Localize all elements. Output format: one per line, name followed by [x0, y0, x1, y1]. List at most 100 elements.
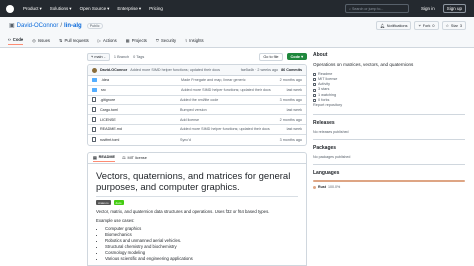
file-commit-message[interactable]: Bumped version — [180, 108, 274, 112]
table-row[interactable]: README.md Added more SIMD helper functio… — [88, 125, 306, 135]
branches-link[interactable]: 1 Branch — [114, 55, 129, 59]
tab-readme[interactable]: ▤ README — [93, 155, 116, 162]
language-item[interactable]: Rust 100.0% — [313, 185, 465, 189]
tab-projects[interactable]: ▦ Projects — [126, 37, 147, 45]
nav-item-open-source[interactable]: Open Source ▾ — [80, 6, 110, 12]
file-icon — [92, 97, 96, 103]
file-commit-message[interactable]: Sync'd — [180, 138, 274, 142]
go-to-file-input[interactable]: Go to file — [259, 52, 283, 61]
nav-item-label: Solutions — [49, 6, 69, 11]
file-name[interactable]: LICENSE — [100, 118, 180, 122]
file-name[interactable]: README.md — [100, 127, 180, 131]
table-row[interactable]: LICENSE Add license 2 months ago — [88, 115, 306, 125]
tab-label: Pull requests — [64, 37, 89, 43]
file-icon — [92, 137, 96, 143]
book-icon — [313, 72, 316, 76]
search-input[interactable]: ⌕ Search or jump to... — [345, 4, 409, 13]
table-row[interactable]: .gitignore Added the xml/lite code 3 mon… — [88, 96, 306, 106]
repo-title: ▣ David-OConnor / lin-alg Public — [9, 22, 103, 29]
nav-item-label: Pricing — [149, 6, 163, 11]
notifications-label: Notifications — [386, 23, 408, 28]
book-icon: ▤ — [93, 155, 97, 160]
commit-sha[interactable]: fae5a4b · 2 weeks ago — [241, 68, 278, 72]
sidebar-item-report[interactable]: Report repository — [313, 103, 465, 108]
sign-in-link[interactable]: Sign in — [421, 6, 435, 11]
tab-security[interactable]: ⛉ Security — [156, 37, 176, 45]
code-button[interactable]: Code ▾ — [286, 53, 307, 60]
commits-link[interactable]: 86 Commits — [281, 68, 302, 72]
file-commit-message[interactable]: Added more SIMD helper functions; update… — [180, 127, 274, 131]
repo-owner-link[interactable]: David-OConnor — [17, 23, 59, 29]
nav-item-pricing[interactable]: Pricing — [149, 6, 163, 12]
sign-up-button[interactable]: Sign up — [442, 4, 466, 13]
fork-button[interactable]: ⑂ Fork 0 — [414, 21, 439, 30]
scale-icon: ⚖ — [122, 156, 126, 160]
file-commit-message[interactable]: Added more SIMD helper functions; update… — [181, 88, 274, 92]
fork-icon — [313, 99, 316, 103]
pull-request-icon: ⇅ — [59, 37, 63, 43]
file-commit-message[interactable]: Added the xml/lite code — [180, 98, 274, 102]
file-name[interactable]: Cargo.toml — [100, 108, 180, 112]
divider — [313, 113, 465, 115]
star-button[interactable]: ☆ Star 3 — [441, 21, 466, 30]
tab-code[interactable]: ‹› Code — [8, 37, 24, 45]
docs-badge[interactable]: docs — [113, 200, 124, 205]
code-icon: ‹› — [8, 37, 11, 42]
readme-description: Vector, matrix, and quaternion data stru… — [96, 209, 270, 214]
file-date: last week — [286, 88, 302, 93]
file-name[interactable]: .gitignore — [100, 98, 180, 102]
nav-item-label: Open Source — [79, 6, 107, 11]
star-count: 3 — [459, 23, 462, 28]
language-name: Rust — [318, 185, 326, 190]
table-icon: ▦ — [125, 37, 130, 43]
commit-author[interactable]: David-OConnor — [100, 68, 127, 72]
file-commit-message[interactable]: Add license — [180, 118, 274, 122]
fork-icon: ⑂ — [418, 23, 421, 28]
tab-label: MIT license — [127, 155, 147, 160]
file-date: 2 months ago — [279, 117, 302, 122]
repo-sidebar: About Operations on matrices, vectors, a… — [313, 52, 465, 189]
nav-item-label: Product — [23, 6, 39, 11]
file-name[interactable]: .idea — [101, 78, 181, 82]
packages-heading[interactable]: Packages — [313, 145, 465, 151]
tags-link[interactable]: 0 Tags — [133, 55, 144, 59]
language-bar — [313, 179, 465, 183]
table-row[interactable]: src Added more SIMD helper functions; up… — [88, 86, 306, 96]
about-description: Operations on matrices, vectors, and qua… — [313, 62, 414, 67]
table-row[interactable]: .idea Made Frnegate and map, linear gene… — [88, 76, 306, 86]
file-name[interactable]: src — [101, 88, 181, 92]
table-row[interactable]: Cargo.toml Bumped version last week — [88, 105, 306, 116]
issue-icon: ◎ — [32, 37, 36, 43]
repo-name-link[interactable]: lin-alg — [64, 23, 82, 29]
tab-insights[interactable]: ⌇ Insights — [185, 37, 203, 45]
file-commit-message[interactable]: Made Frnegate and map, linear generic — [181, 78, 274, 82]
file-name[interactable]: rustfmt.toml — [100, 138, 180, 142]
tab-issues[interactable]: ◎ Issues — [32, 37, 50, 45]
eye-icon — [313, 93, 316, 97]
nav-item-solutions[interactable]: Solutions ▾ — [50, 6, 72, 12]
star-icon — [313, 88, 316, 92]
releases-heading[interactable]: Releases — [313, 120, 465, 126]
github-logo-icon[interactable] — [6, 4, 14, 13]
tab-pull-requests[interactable]: ⇅ Pull requests — [59, 37, 89, 45]
nav-item-product[interactable]: Product ▾ — [23, 6, 42, 12]
branch-bar: ⑂ main ▾ 1 Branch 0 Tags Go to file Code… — [87, 52, 307, 61]
branch-selector[interactable]: ⑂ main ▾ — [87, 52, 110, 61]
readme-tabs: ▤ README ⚖ MIT license — [88, 153, 306, 164]
nav-item-enterprise[interactable]: Enterprise ▾ — [117, 6, 141, 12]
notifications-button[interactable]: 🔔︎ Notifications — [375, 21, 412, 30]
crates-badge[interactable]: crates.io — [96, 200, 111, 205]
table-row[interactable]: rustfmt.toml Sync'd 3 months ago — [88, 135, 306, 145]
fork-count: 0 — [432, 23, 435, 28]
languages-heading: Languages — [313, 169, 340, 176]
file-date: last week — [286, 107, 302, 112]
commit-message[interactable]: Added more SIMD helper functions; update… — [130, 68, 220, 72]
global-header: Product ▾ Solutions ▾ Open Source ▾ Enterpr… — [0, 0, 474, 17]
tab-license[interactable]: ⚖ MIT license — [122, 155, 147, 161]
nav-item-label: Enterprise — [117, 6, 138, 11]
avatar[interactable] — [92, 67, 97, 73]
tab-label: Projects — [131, 37, 147, 43]
pulse-icon — [313, 83, 316, 87]
tab-actions[interactable]: ▷ Actions — [98, 37, 117, 45]
readme-panel: ▤ README ⚖ MIT license Vectors, quaternion… — [87, 152, 307, 266]
